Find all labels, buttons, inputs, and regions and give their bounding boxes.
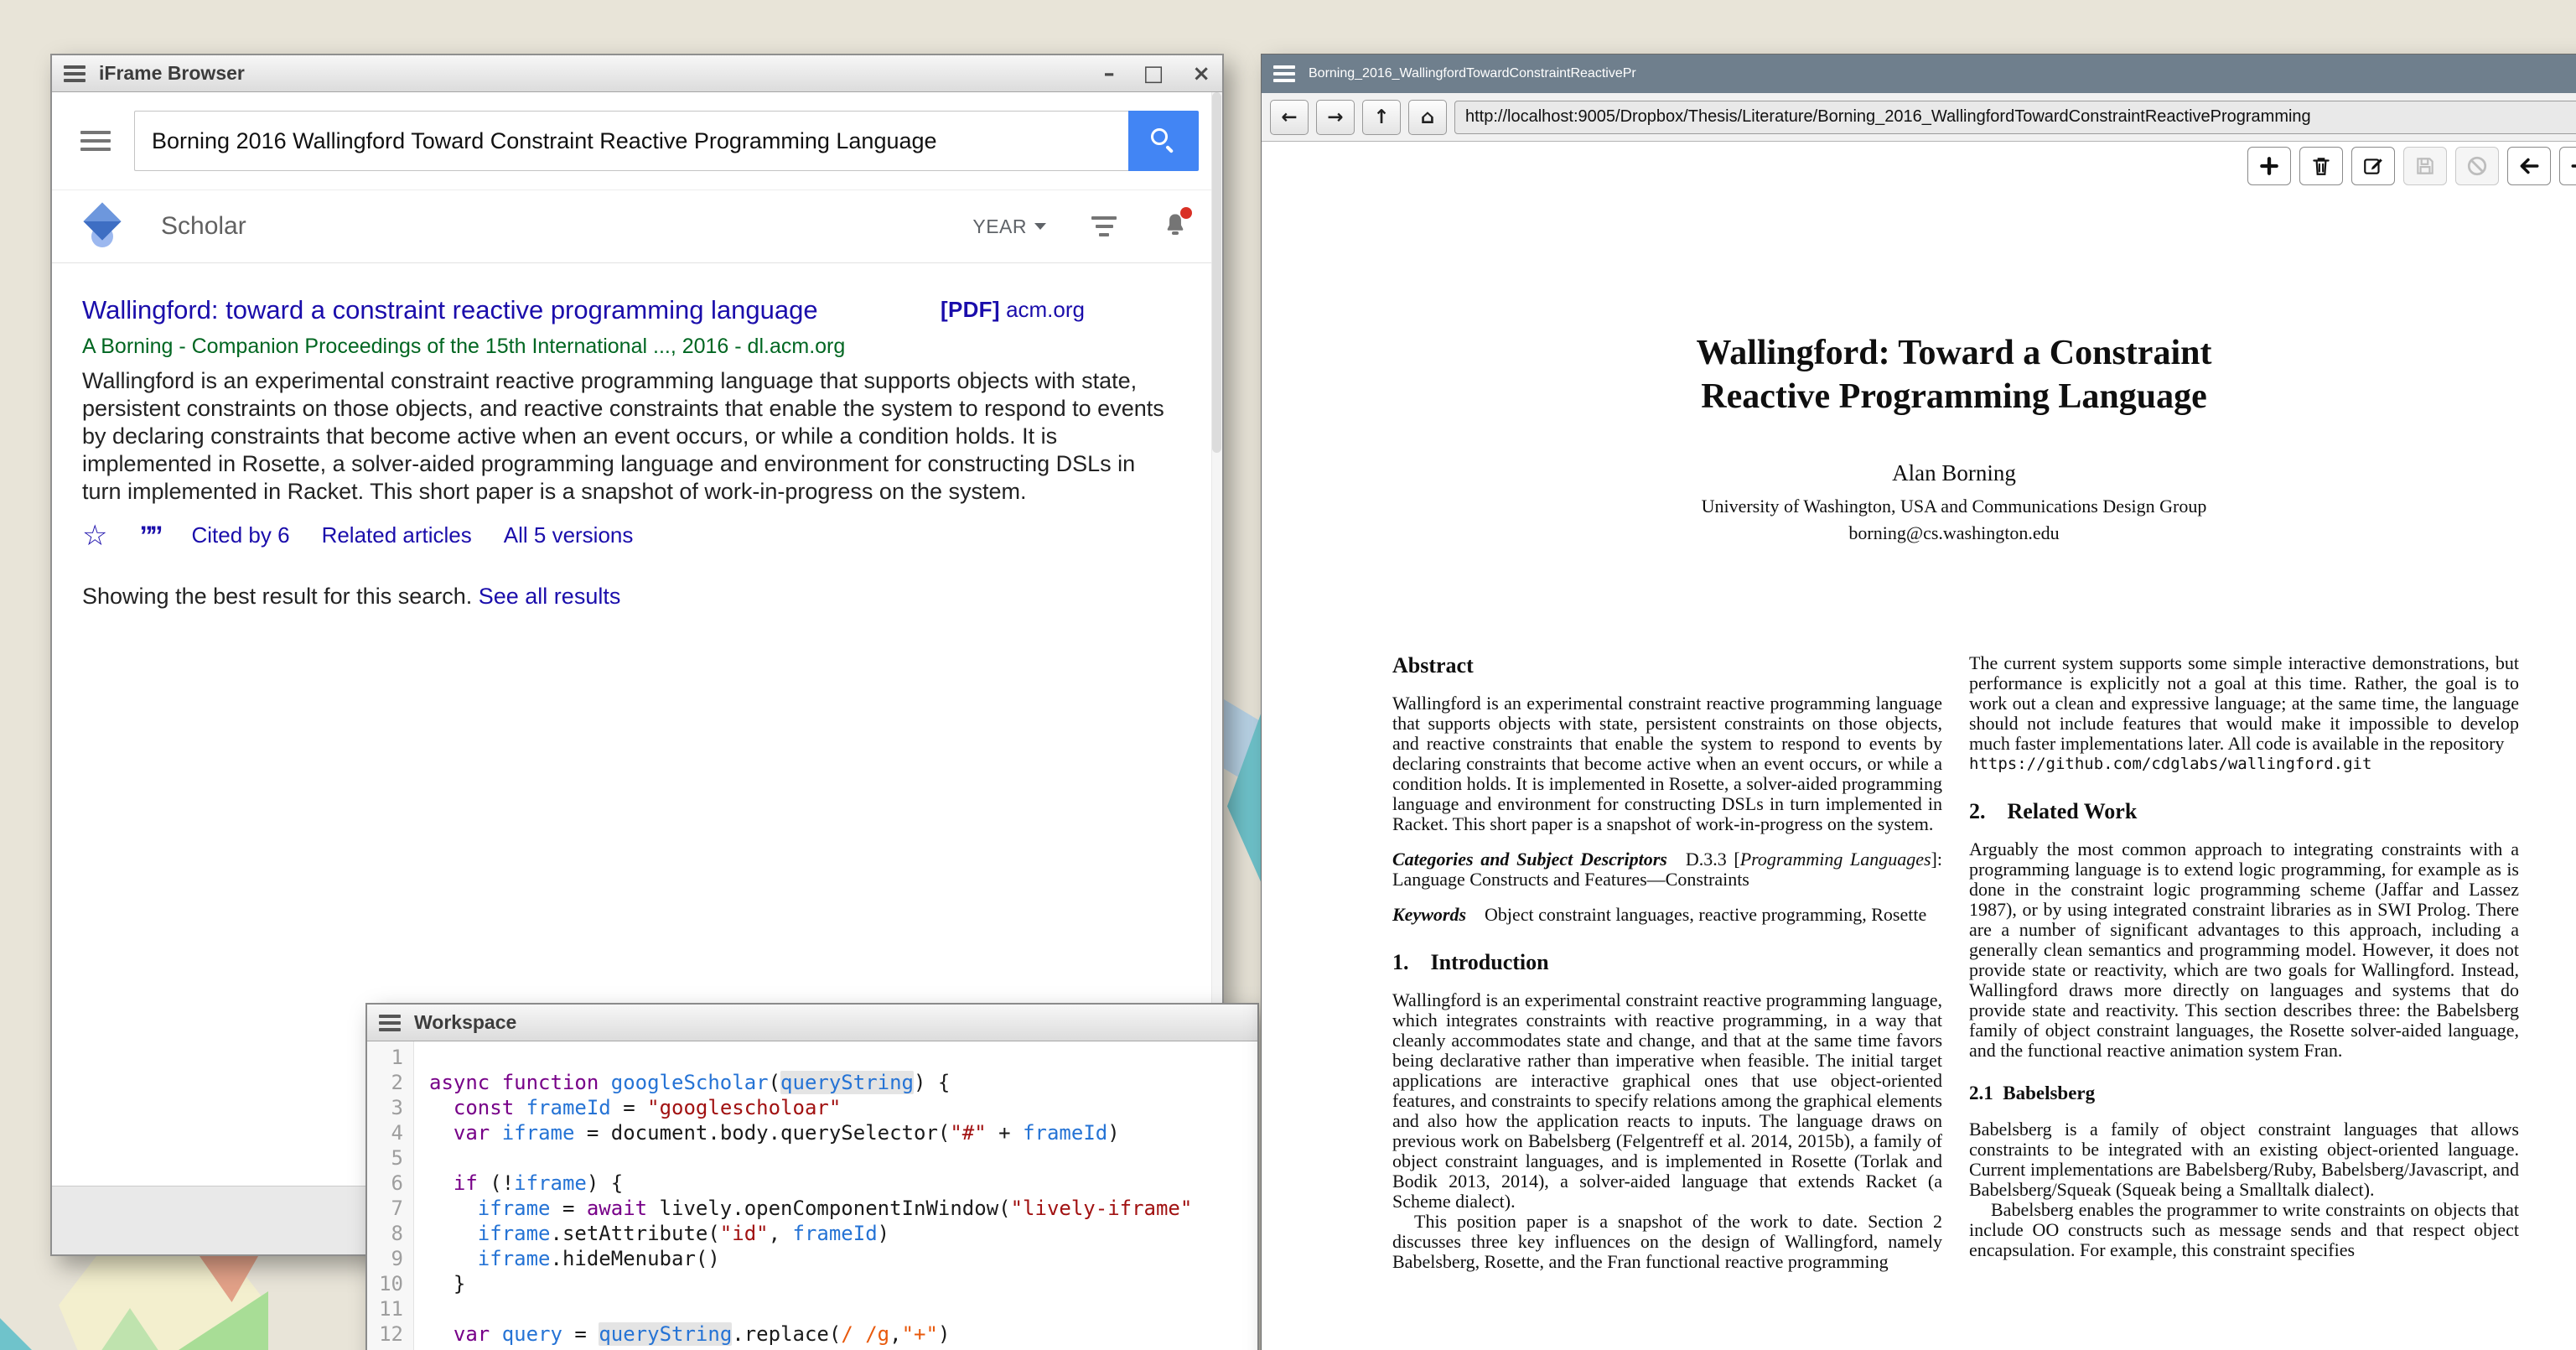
result-snippet: Wallingford is an experimental constrain… <box>82 367 1169 506</box>
result-byline: A Borning - Companion Proceedings of the… <box>82 335 1200 359</box>
search-button[interactable] <box>1128 111 1199 171</box>
save-icon <box>2414 155 2436 177</box>
pdf-viewer-window: Borning_2016_WallingfordTowardConstraint… <box>1261 54 2576 1350</box>
cited-by-link[interactable]: Cited by 6 <box>191 522 289 548</box>
iframe-browser-titlebar[interactable]: iFrame Browser – □ × <box>52 55 1222 92</box>
up-icon[interactable]: ↑ <box>1362 100 1401 135</box>
prev-page-button[interactable] <box>2507 147 2551 185</box>
home-icon[interactable]: ⌂ <box>1408 100 1447 135</box>
paper-author: Alan Borning <box>1283 460 2576 486</box>
add-button[interactable] <box>2247 147 2291 185</box>
scholar-logo-icon[interactable] <box>86 205 127 247</box>
notification-dot <box>1180 207 1192 219</box>
paper-affiliation: University of Washington, USA and Commun… <box>1283 496 2576 517</box>
save-star-icon[interactable]: ☆ <box>82 524 107 548</box>
window-title: Workspace <box>414 1011 516 1034</box>
arrow-right-icon <box>2569 155 2576 177</box>
block-icon <box>2466 155 2488 177</box>
workspace-window: Workspace 123456789101112 async function… <box>365 1003 1259 1350</box>
save-button[interactable] <box>2403 147 2447 185</box>
cite-quote-icon[interactable]: ”” <box>139 525 159 547</box>
paper-left-column: AbstractWallingford is an experimental c… <box>1392 653 1942 1272</box>
pdf-titlebar[interactable]: Borning_2016_WallingfordTowardConstraint… <box>1262 55 2576 93</box>
next-page-button[interactable] <box>2559 147 2576 185</box>
back-icon[interactable]: ← <box>1270 100 1309 135</box>
paper-right-column: The current system supports some simple … <box>1969 653 2519 1260</box>
result-title-link[interactable]: Wallingford: toward a constraint reactiv… <box>82 293 880 326</box>
trash-icon <box>2310 155 2332 177</box>
search-input[interactable] <box>134 111 1128 171</box>
workspace-gutter: 123456789101112 <box>367 1041 414 1350</box>
close-button[interactable]: × <box>1192 61 1210 86</box>
url-field[interactable]: http://localhost:9005/Dropbox/Thesis/Lit… <box>1454 101 2576 134</box>
filter-icon[interactable] <box>1091 216 1117 236</box>
paper-title: Wallingford: Toward a Constraint Reactiv… <box>1283 331 2576 418</box>
year-filter-dropdown[interactable]: YEAR <box>972 215 1046 238</box>
window-menu-icon[interactable] <box>1273 65 1295 82</box>
alerts-bell-icon[interactable] <box>1162 210 1189 243</box>
forward-icon[interactable]: → <box>1316 100 1355 135</box>
see-all-results-link[interactable]: See all results <box>479 584 621 609</box>
minimize-button[interactable]: – <box>1104 61 1115 86</box>
pdf-source-link[interactable]: [PDF] acm.org <box>941 297 1085 323</box>
window-menu-icon[interactable] <box>64 65 86 82</box>
related-articles-link[interactable]: Related articles <box>322 522 472 548</box>
workspace-code[interactable]: async function googleScholar(queryString… <box>414 1041 1257 1350</box>
all-versions-link[interactable]: All 5 versions <box>504 522 634 548</box>
plus-icon <box>2258 155 2280 177</box>
pdf-page: Wallingford: Toward a Constraint Reactiv… <box>1262 142 2576 1350</box>
arrow-left-icon <box>2517 155 2541 177</box>
scholar-menu-icon[interactable] <box>80 131 111 151</box>
desktop-shape-teal-corner <box>0 1318 34 1350</box>
search-icon <box>1151 128 1176 153</box>
chevron-down-icon <box>1034 223 1046 230</box>
results-footer: Showing the best result for this search.… <box>82 584 1200 610</box>
edit-button[interactable] <box>2351 147 2395 185</box>
workspace-titlebar[interactable]: Workspace <box>367 1005 1257 1041</box>
edit-icon <box>2362 155 2384 177</box>
scholar-brand: Scholar <box>161 212 246 241</box>
delete-button[interactable] <box>2299 147 2343 185</box>
window-menu-icon[interactable] <box>379 1015 401 1031</box>
cancel-button[interactable] <box>2455 147 2499 185</box>
maximize-button[interactable]: □ <box>1143 61 1164 86</box>
window-title: iFrame Browser <box>99 62 245 85</box>
window-title: Borning_2016_WallingfordTowardConstraint… <box>1309 66 1636 81</box>
paper-email: borning@cs.washington.edu <box>1283 522 2576 544</box>
